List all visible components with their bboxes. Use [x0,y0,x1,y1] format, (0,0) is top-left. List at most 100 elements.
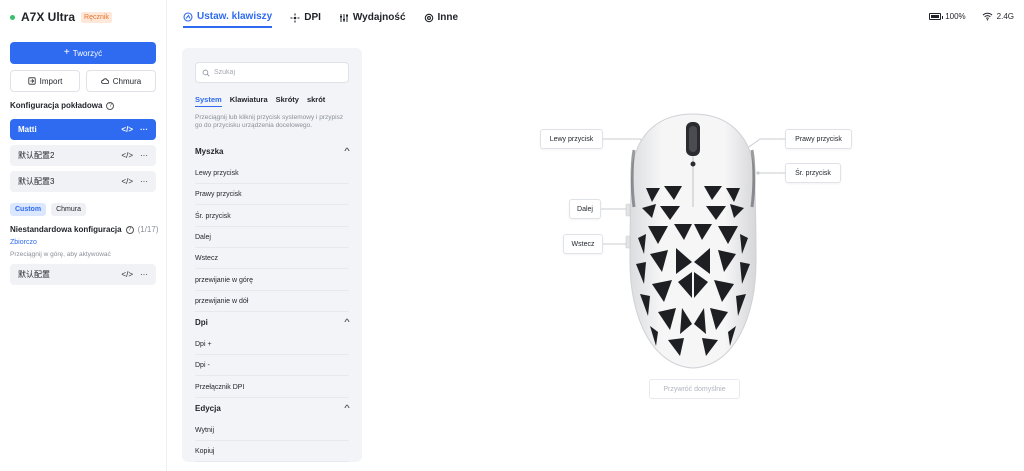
group-mouse-header[interactable]: Myszka ^ [195,147,350,156]
more-icon[interactable]: ··· [140,151,148,160]
chevron-up-icon: ^ [344,405,350,412]
battery-icon [929,13,944,20]
keyboard-settings-icon [183,11,193,22]
wifi-icon [982,12,993,21]
callout-middle-button[interactable]: Śr. przycisk [785,163,841,183]
config-item-label: 默认配置3 [18,177,55,186]
onboard-config-title-text: Konfiguracja pokładowa [10,101,103,110]
code-icon[interactable]: </> [121,125,133,134]
callout-forward-button[interactable]: Dalej [569,199,601,219]
key-item[interactable]: Kopiuj [195,441,349,462]
restore-defaults-button[interactable]: Przywróć domyślnie [649,379,740,399]
key-item[interactable]: Wytnij [195,420,349,441]
config-item-label: Matti [18,125,37,134]
onboard-config-item[interactable]: 默认配置3 </> ··· [10,171,156,192]
group-title: Myszka [195,147,224,156]
group-dpi-header[interactable]: Dpi ^ [195,318,350,327]
custom-config-item[interactable]: 默认配置 </> ··· [10,264,156,285]
battery-status: 100% [929,12,966,21]
device-header: A7X Ultra Ręcznik [10,10,112,24]
help-icon[interactable]: ? [125,225,134,234]
group-title: Edycja [195,404,221,413]
config-filter-pills: Custom Chmura [10,203,86,216]
search-icon [202,69,210,76]
tab-shortcuts[interactable]: Skróty [276,95,299,107]
device-name: A7X Ultra [21,10,76,24]
group-edit-header[interactable]: Edycja ^ [195,404,350,413]
help-icon[interactable]: ? [106,101,115,110]
tab-label: Inne [437,12,459,23]
tab-shortcut[interactable]: skrót [307,95,325,107]
create-config-button[interactable]: + Tworzyć [10,42,156,64]
key-item[interactable]: Śr. przycisk [195,206,349,227]
tab-system[interactable]: System [195,95,222,107]
key-category-tabs: System Klawiatura Skróty skrót [195,95,325,107]
callout-back-button[interactable]: Wstecz [563,234,603,254]
key-item[interactable]: Lewy przycisk [195,163,349,184]
code-icon[interactable]: </> [121,151,133,160]
gear-icon [424,13,433,22]
callout-left-button[interactable]: Lewy przycisk [540,129,603,149]
key-item[interactable]: Dalej [195,227,349,248]
onboard-config-title: Konfiguracja pokładowa ? [10,101,115,110]
system-keys-panel: System Klawiatura Skróty skrót Przeciągn… [182,48,362,462]
key-item[interactable]: Wstecz [195,248,349,269]
callout-right-button[interactable]: Prawy przycisk [785,129,852,149]
onboard-config-item[interactable]: 默认配置2 </> ··· [10,145,156,166]
connection-status: 2.4G [982,12,1014,21]
import-button[interactable]: Import [10,70,80,92]
connection-mode: 2.4G [996,12,1014,21]
key-search-box[interactable] [195,62,349,83]
device-mode-badge: Ręcznik [81,11,112,23]
plus-icon: + [63,47,70,58]
import-icon [28,77,36,85]
custom-config-title-text: Niestandardowa konfiguracja [10,225,122,234]
connection-status-dot [10,14,15,20]
key-item[interactable]: przewijanie w górę [195,270,349,291]
key-item[interactable]: przewijanie w dół [195,291,349,312]
app-root: A7X Ultra Ręcznik + Tworzyć Import Chmur… [0,0,1024,471]
dpi-crosshair-icon [290,13,300,22]
key-item[interactable]: Dpi + [195,334,349,355]
panel-description: Przeciągnij lub kliknij przycisk systemo… [195,114,344,129]
cloud-button[interactable]: Chmura [86,70,156,92]
tab-other[interactable]: Inne [424,12,459,27]
tab-label: Wydajność [352,12,406,23]
filter-pill-cloud[interactable]: Chmura [51,203,86,216]
tab-keyboard[interactable]: Klawiatura [230,95,268,107]
more-icon[interactable]: ··· [140,270,148,279]
import-label: Import [39,76,63,86]
search-input[interactable] [214,69,334,76]
key-item[interactable]: Prawy przycisk [195,184,349,205]
device-status: 100% 2.4G [929,12,1014,21]
filter-pill-custom[interactable]: Custom [10,203,47,216]
create-config-label: Tworzyć [72,48,103,58]
import-cloud-row: Import Chmura [10,70,156,92]
tab-dpi[interactable]: DPI [290,12,321,27]
tab-performance[interactable]: Wydajność [339,12,406,27]
collapse-link[interactable]: Zbiorczo [10,239,37,246]
key-item[interactable]: Przełącznik DPI [195,377,349,398]
more-icon[interactable]: ··· [140,125,148,134]
tab-label: Ustaw. klawiszy [197,11,273,22]
code-icon[interactable]: </> [121,270,133,279]
config-item-label: 默认配置 [18,270,50,279]
custom-config-title: Niestandardowa konfiguracja ? (1/17) [10,225,159,234]
sidebar: A7X Ultra Ręcznik + Tworzyć Import Chmur… [0,0,167,471]
drag-hint: Przeciągnij w górę, aby aktywować [10,251,111,258]
tab-key-settings[interactable]: Ustaw. klawiszy [183,11,273,28]
config-item-label: 默认配置2 [18,151,55,160]
performance-sliders-icon [339,13,348,22]
chevron-up-icon: ^ [344,148,350,155]
cloud-label: Chmura [112,76,142,86]
key-item[interactable]: Dpi - [195,355,349,376]
code-icon[interactable]: </> [121,177,133,186]
custom-config-count: (1/17) [137,225,159,234]
group-title: Dpi [195,318,208,327]
main-tabs: Ustaw. klawiszy DPI Wydajność Inne [183,11,458,28]
more-icon[interactable]: ··· [140,177,148,186]
cloud-icon [100,78,109,84]
chevron-up-icon: ^ [344,319,350,326]
tab-label: DPI [304,12,321,23]
onboard-config-item[interactable]: Matti </> ··· [10,119,156,140]
